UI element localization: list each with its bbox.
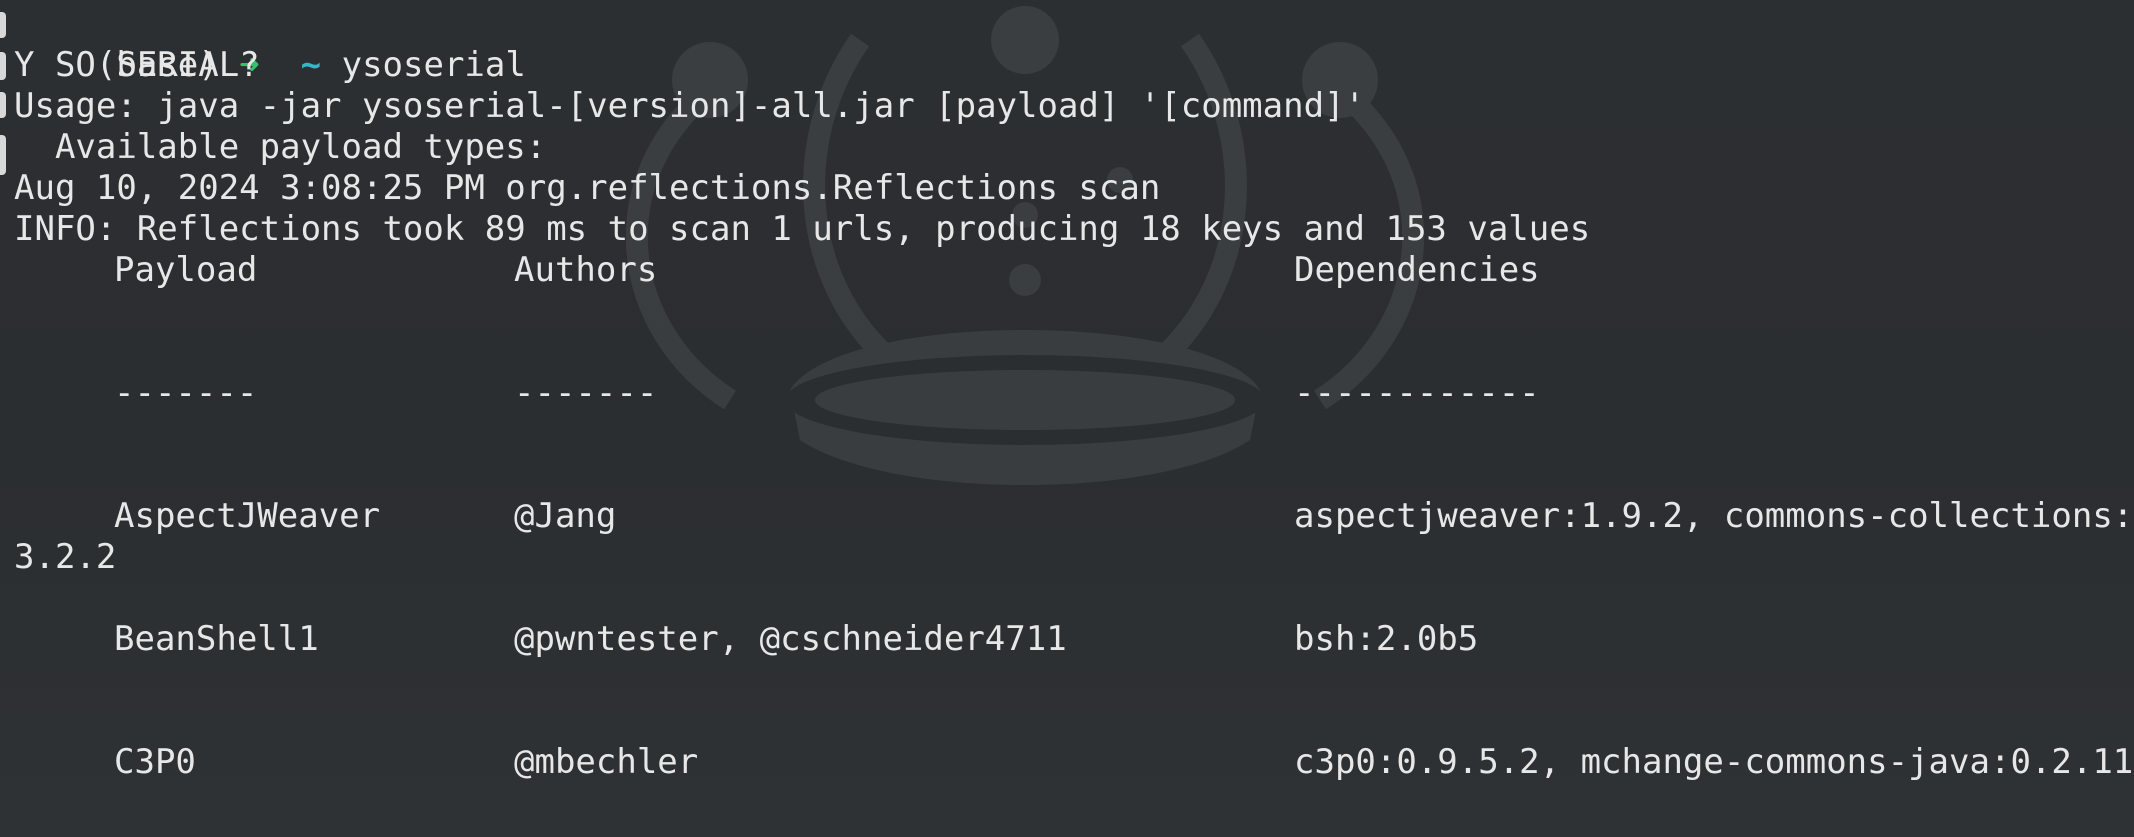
payload-dependencies: bsh:2.0b5 [1294,619,1479,659]
window-edge-marker [0,52,6,80]
payload-authors: @Jang [514,496,617,536]
payload-name: BeanShell1 [114,619,319,659]
payload-authors: @pwntester, @cschneider4711 [514,619,1067,659]
payload-dependencies: aspectjweaver:1.9.2, commons-collections… [1294,496,2134,536]
header-authors: Authors [514,250,658,290]
separator-authors: ------- [514,373,658,413]
current-directory: ~ [300,45,322,85]
log-info: INFO: Reflections took 89 ms to scan 1 u… [14,209,1591,249]
terminal-window[interactable]: (base) ➜ ~ ysoserial Y SO SERIAL? Usage:… [0,0,2134,837]
command-text: ysoserial [341,45,526,85]
table-header: Payload Authors Dependencies [14,250,2114,291]
payload-name: AspectJWeaver [114,496,381,536]
payload-authors: @mbechler [514,742,699,782]
table-row: BeanShell1 @pwntester, @cschneider4711 b… [14,619,2114,660]
prompt-line: (base) ➜ ~ ysoserial [14,4,526,85]
separator-payload: ------- [114,373,258,413]
payload-name: C3P0 [114,742,196,782]
log-timestamp: Aug 10, 2024 3:08:25 PM org.reflections.… [14,168,1161,208]
dependencies-wrap: 3.2.2 [14,537,117,577]
header-payload: Payload [114,250,258,290]
available-payloads-heading: Available payload types: [14,127,547,167]
table-row: AspectJWeaver @Jang aspectjweaver:1.9.2,… [14,496,2133,537]
table-separator: ------- ------- ------------ [14,373,2114,414]
header-dependencies: Dependencies [1294,250,1540,290]
usage-text: Usage: java -jar ysoserial-[version]-all… [14,86,1366,126]
window-edge-marker [0,12,6,38]
banner-title: Y SO SERIAL? [14,45,260,85]
table-row: C3P0 @mbechler c3p0:0.9.5.2, mchange-com… [14,742,2133,783]
payload-dependencies: c3p0:0.9.5.2, mchange-commons-java:0.2.1… [1294,742,2134,782]
window-edge-marker [0,92,6,118]
window-edge-marker [0,135,6,175]
separator-dependencies: ------------ [1294,373,1540,413]
